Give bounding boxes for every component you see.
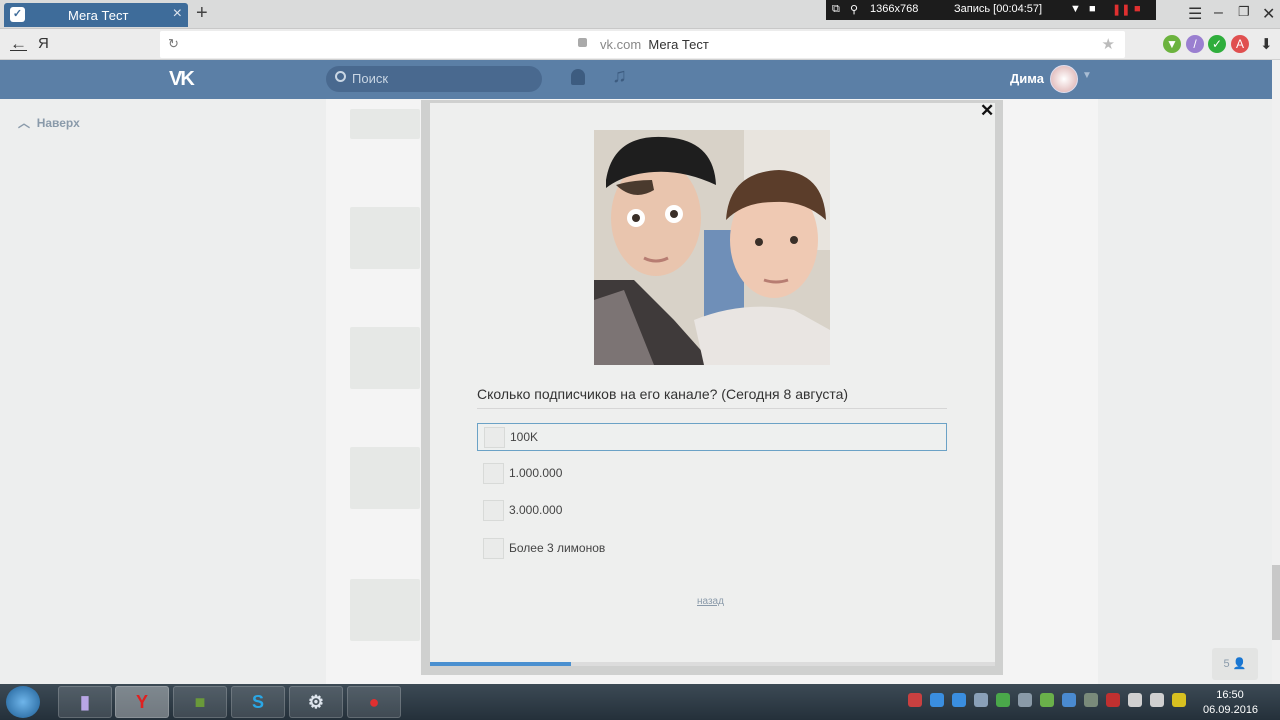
close-icon[interactable]: ✕ xyxy=(980,101,994,121)
magnifier-icon: ⚲ xyxy=(850,4,859,16)
reload-icon[interactable]: ↻ xyxy=(168,36,179,52)
recorder-resolution: 1366x768 xyxy=(870,3,919,15)
answer-option-4[interactable]: Более 3 лимонов xyxy=(477,535,947,563)
faded-post xyxy=(350,207,420,269)
right-column xyxy=(1098,99,1272,684)
app-icon[interactable]: ▮ xyxy=(58,686,112,718)
tray-app-icon[interactable] xyxy=(908,693,922,707)
search-placeholder: Поиск xyxy=(352,71,389,86)
answer-label: 1.000.000 xyxy=(509,466,563,480)
tray-app-icon[interactable] xyxy=(996,693,1010,707)
pause-icon[interactable]: ❚❚ xyxy=(1112,3,1130,16)
recorder-bar: ⧉ ⚲ 1366x768 Запись [00:04:57] ▼ ■ ❚❚ ■ xyxy=(826,0,1156,20)
quiz-photo xyxy=(594,130,830,365)
left-column xyxy=(0,99,326,684)
search-input[interactable]: Поиск xyxy=(326,66,542,92)
scrollbar[interactable] xyxy=(1272,60,1280,684)
steam-icon[interactable]: ⚙ xyxy=(289,686,343,718)
yandex-icon[interactable]: Я xyxy=(38,35,49,52)
up-link[interactable]: ︿ Наверх xyxy=(18,114,80,131)
user-name[interactable]: Дима xyxy=(1010,71,1044,86)
answer-option-2[interactable]: 1.000.000 xyxy=(477,460,947,488)
tab-close-icon[interactable]: × xyxy=(173,5,182,23)
back-link[interactable]: назад xyxy=(697,596,724,607)
close-window-icon[interactable]: ✕ xyxy=(1262,4,1275,24)
tray-app-icon[interactable] xyxy=(1172,693,1186,707)
chevron-up-icon: ︿ xyxy=(18,116,31,130)
tray-record-icon[interactable] xyxy=(1106,693,1120,707)
tab-mega-test[interactable]: ✓ Мега Тест × xyxy=(4,3,188,27)
bookmark-star-icon[interactable]: ★ xyxy=(1102,35,1115,53)
quiz-question: Сколько подписчиков на его канале? (Сего… xyxy=(477,386,849,402)
url-field[interactable]: ↻ vk.com Мега Тест ★ xyxy=(160,31,1125,58)
scrollbar-thumb[interactable] xyxy=(1272,565,1280,640)
tray-steam-icon[interactable] xyxy=(974,693,988,707)
tray-nvidia-icon[interactable] xyxy=(1040,693,1054,707)
extension-feather-icon[interactable]: / xyxy=(1186,35,1204,53)
browser-tab-bar: ✓ Мега Тест × + ⧉ ⚲ 1366x768 Запись [00:… xyxy=(0,0,1280,29)
extension-download-icon[interactable]: ▼ xyxy=(1163,35,1181,53)
extension-adblock-icon[interactable]: A xyxy=(1231,35,1249,53)
faded-post xyxy=(350,327,420,389)
vk-logo[interactable]: VK xyxy=(169,68,195,91)
chevron-down-icon[interactable]: ▼ xyxy=(1082,70,1092,81)
music-icon[interactable]: ♫ xyxy=(612,65,627,88)
vk-header: VK Поиск ♫ Дима ▼ xyxy=(0,60,1272,99)
extension-check-icon[interactable]: ✓ xyxy=(1208,35,1226,53)
camera-icon[interactable]: ■ xyxy=(1089,3,1096,15)
tray-app-icon[interactable] xyxy=(930,693,944,707)
photo-illustration xyxy=(594,130,830,365)
faded-post xyxy=(350,579,420,641)
vk-shield-icon: ✓ xyxy=(10,7,25,22)
tray-app-icon[interactable] xyxy=(1084,693,1098,707)
avatar[interactable] xyxy=(1050,65,1078,93)
menu-icon[interactable]: ☰ xyxy=(1188,4,1202,24)
bell-icon[interactable] xyxy=(571,69,585,85)
address-bar: ← Я ↻ vk.com Мега Тест ★ xyxy=(0,29,1280,60)
minimize-icon[interactable]: – xyxy=(1214,4,1223,22)
tab-title: Мега Тест xyxy=(68,8,129,23)
question-divider xyxy=(477,408,947,409)
network-icon[interactable] xyxy=(1150,693,1164,707)
quiz-progress-bar xyxy=(430,662,572,666)
answer-checkbox[interactable] xyxy=(484,427,505,448)
flag-icon[interactable] xyxy=(1128,693,1142,707)
stop-icon[interactable]: ■ xyxy=(1134,3,1141,15)
minecraft-icon[interactable]: ■ xyxy=(173,686,227,718)
person-icon: 👤 xyxy=(1232,658,1247,670)
answer-checkbox[interactable] xyxy=(483,538,504,559)
answer-label: Более 3 лимонов xyxy=(509,541,606,555)
new-tab-button[interactable]: + xyxy=(196,2,208,25)
tray-app-icon[interactable] xyxy=(1062,693,1076,707)
quiz-progress-track xyxy=(430,662,995,666)
answer-label: 100K xyxy=(510,430,539,444)
skype-icon[interactable]: S xyxy=(231,686,285,718)
volume-icon[interactable] xyxy=(1018,693,1032,707)
start-button[interactable] xyxy=(6,686,40,718)
tray-app-icon[interactable] xyxy=(952,693,966,707)
record-app-icon[interactable]: ● xyxy=(347,686,401,718)
answer-label: 3.000.000 xyxy=(509,503,563,517)
answer-checkbox[interactable] xyxy=(483,500,504,521)
back-arrow-icon[interactable]: ← xyxy=(10,34,27,54)
faded-post xyxy=(350,109,420,139)
answer-checkbox[interactable] xyxy=(483,463,504,484)
download-icon[interactable]: ⬇ xyxy=(1260,35,1273,53)
clock-date: 06.09.2016 xyxy=(1203,704,1259,716)
answer-option-1[interactable]: 100K xyxy=(477,423,947,451)
online-counter[interactable]: 5 👤 xyxy=(1212,648,1258,680)
answer-option-3[interactable]: 3.000.000 xyxy=(477,497,947,525)
system-clock[interactable]: 16:50 06.09.2016 xyxy=(1203,688,1259,718)
window-icon: ⧉ xyxy=(832,3,840,15)
restore-icon[interactable]: ❐ xyxy=(1238,4,1250,20)
recorder-status: Запись [00:04:57] xyxy=(954,3,1043,15)
clock-time: 16:50 xyxy=(1216,689,1244,701)
yandex-browser-icon[interactable]: Y xyxy=(115,686,169,718)
lock-icon xyxy=(578,38,587,47)
url-text: vk.com Мега Тест xyxy=(600,37,709,52)
dropdown-icon[interactable]: ▼ xyxy=(1070,3,1081,15)
faded-post xyxy=(350,447,420,509)
search-icon xyxy=(335,71,346,82)
